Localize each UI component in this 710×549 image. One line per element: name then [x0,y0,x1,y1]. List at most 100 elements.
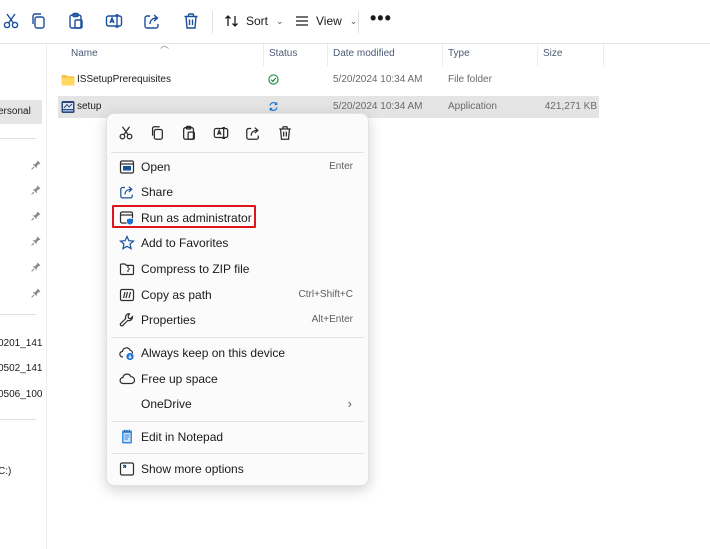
more-options-button[interactable]: ••• [370,8,392,29]
view-label: View [316,14,342,28]
file-type: File folder [448,74,492,85]
menu-item-label: Compress to ZIP file [141,262,250,276]
column-header-size[interactable]: Size [543,48,562,62]
paste-icon[interactable] [179,123,199,143]
column-header-status[interactable]: Status [269,48,297,62]
menu-item-copy-as-path[interactable]: Copy as path Ctrl+Shift+C [111,283,364,307]
menu-item-edit-in-notepad[interactable]: Edit in Notepad [111,425,364,449]
menu-item-label: Always keep on this device [141,346,286,360]
cut-icon[interactable] [2,12,20,30]
paste-icon[interactable] [67,12,85,30]
chevron-down-icon: ⌄ [349,15,358,26]
rename-icon[interactable] [105,12,123,30]
menu-item-label: Run as administrator [141,211,252,225]
more-options-icon [119,461,135,477]
nav-item-recent-folder[interactable]: 0201_1416 [0,332,42,356]
shield-icon [119,210,135,226]
menu-item-always-keep-on-device[interactable]: Always keep on this device [111,341,364,365]
nav-divider [0,138,36,139]
pin-icon[interactable] [31,211,41,221]
notepad-icon [119,429,135,445]
nav-item-recent-folder[interactable]: 0506_1002 [0,383,42,407]
menu-item-label: Copy as path [141,288,212,302]
chevron-down-icon: ⌄ [276,15,284,26]
nav-item-label: C:) [0,466,12,477]
menu-item-properties[interactable]: Properties Alt+Enter [111,308,364,332]
file-date-modified: 5/20/2024 10:34 AM [333,101,423,112]
menu-item-compress-to-zip[interactable]: Compress to ZIP file [111,257,364,281]
file-size: 421,271 KB [544,101,597,112]
menu-item-run-as-administrator[interactable]: Run as administrator [111,206,364,230]
file-name: setup [77,101,102,112]
menu-divider [111,421,364,422]
cloud-download-icon [119,345,135,361]
chevron-right-icon: › [347,396,352,411]
menu-item-label: Open [141,160,171,174]
copy-icon[interactable] [147,123,167,143]
copy-icon[interactable] [29,12,47,30]
menu-item-shortcut: Ctrl+Shift+C [298,289,353,300]
menu-item-label: Edit in Notepad [141,430,224,444]
menu-item-label: Add to Favorites [141,236,229,250]
file-row-issetupprerequisites[interactable]: ISSetupPrerequisites 5/20/2024 10:34 AM … [58,69,599,91]
menu-item-label: OneDrive [141,397,192,411]
setup-app-icon [61,100,75,114]
menu-item-shortcut: Enter [329,161,353,172]
sort-button[interactable]: Sort ⌄ [224,10,284,32]
menu-item-show-more-options[interactable]: Show more options [111,457,364,481]
nav-item-recent-folder[interactable]: 0502_1415 [0,357,42,381]
share-icon[interactable] [143,12,161,30]
rename-icon[interactable] [211,123,231,143]
wrench-icon [119,312,135,328]
menu-item-label: Show more options [141,462,244,476]
pin-icon[interactable] [31,160,41,170]
column-divider[interactable] [263,44,264,66]
pin-icon[interactable] [31,185,41,195]
navigation-pane: ersonal 0201_1416 0502_1415 0506_1002 C:… [0,44,47,549]
open-icon [119,159,135,175]
column-divider[interactable] [603,44,604,66]
sort-ascending-icon: ︿ [160,40,170,50]
sort-icon [224,13,240,29]
share-icon [119,184,135,200]
column-header-name[interactable]: Name [71,48,98,62]
column-divider[interactable] [537,44,538,66]
pin-icon[interactable] [31,262,41,272]
star-icon [119,235,135,251]
toolbar-divider [358,11,359,33]
menu-item-share[interactable]: Share [111,180,364,204]
command-bar: Sort ⌄ View ⌄ ••• [0,0,710,44]
menu-item-onedrive[interactable]: OneDrive › [111,392,364,416]
column-divider[interactable] [327,44,328,66]
menu-item-free-up-space[interactable]: Free up space [111,367,364,391]
nav-item-onedrive-personal[interactable]: ersonal [0,100,42,124]
copy-path-icon [119,287,135,303]
delete-icon[interactable] [182,12,200,30]
nav-item-label: 0502_1415 [0,363,42,374]
view-button[interactable]: View ⌄ [294,10,357,32]
menu-item-open[interactable]: Open Enter [111,155,364,179]
menu-item-label: Properties [141,313,196,327]
column-header-type[interactable]: Type [448,48,470,62]
file-type: Application [448,101,497,112]
context-menu: Open Enter Share Run as administrator Ad… [106,113,369,486]
view-list-icon [294,13,310,29]
file-name: ISSetupPrerequisites [77,74,171,85]
cut-icon[interactable] [116,123,136,143]
pin-icon[interactable] [31,236,41,246]
column-header-date-modified[interactable]: Date modified [333,48,395,62]
cloud-icon [119,371,135,387]
column-divider[interactable] [442,44,443,66]
synced-check-icon [268,74,279,85]
pin-icon[interactable] [31,288,41,298]
menu-item-label: Share [141,185,174,199]
share-icon[interactable] [243,123,263,143]
menu-item-add-to-favorites[interactable]: Add to Favorites [111,231,364,255]
nav-item-label: ersonal [0,106,31,117]
zip-icon [119,261,135,277]
delete-icon[interactable] [275,123,295,143]
nav-divider [0,419,36,420]
file-date-modified: 5/20/2024 10:34 AM [333,74,423,85]
sort-label: Sort [246,14,269,28]
nav-item-local-disk[interactable]: C:) [0,460,42,484]
